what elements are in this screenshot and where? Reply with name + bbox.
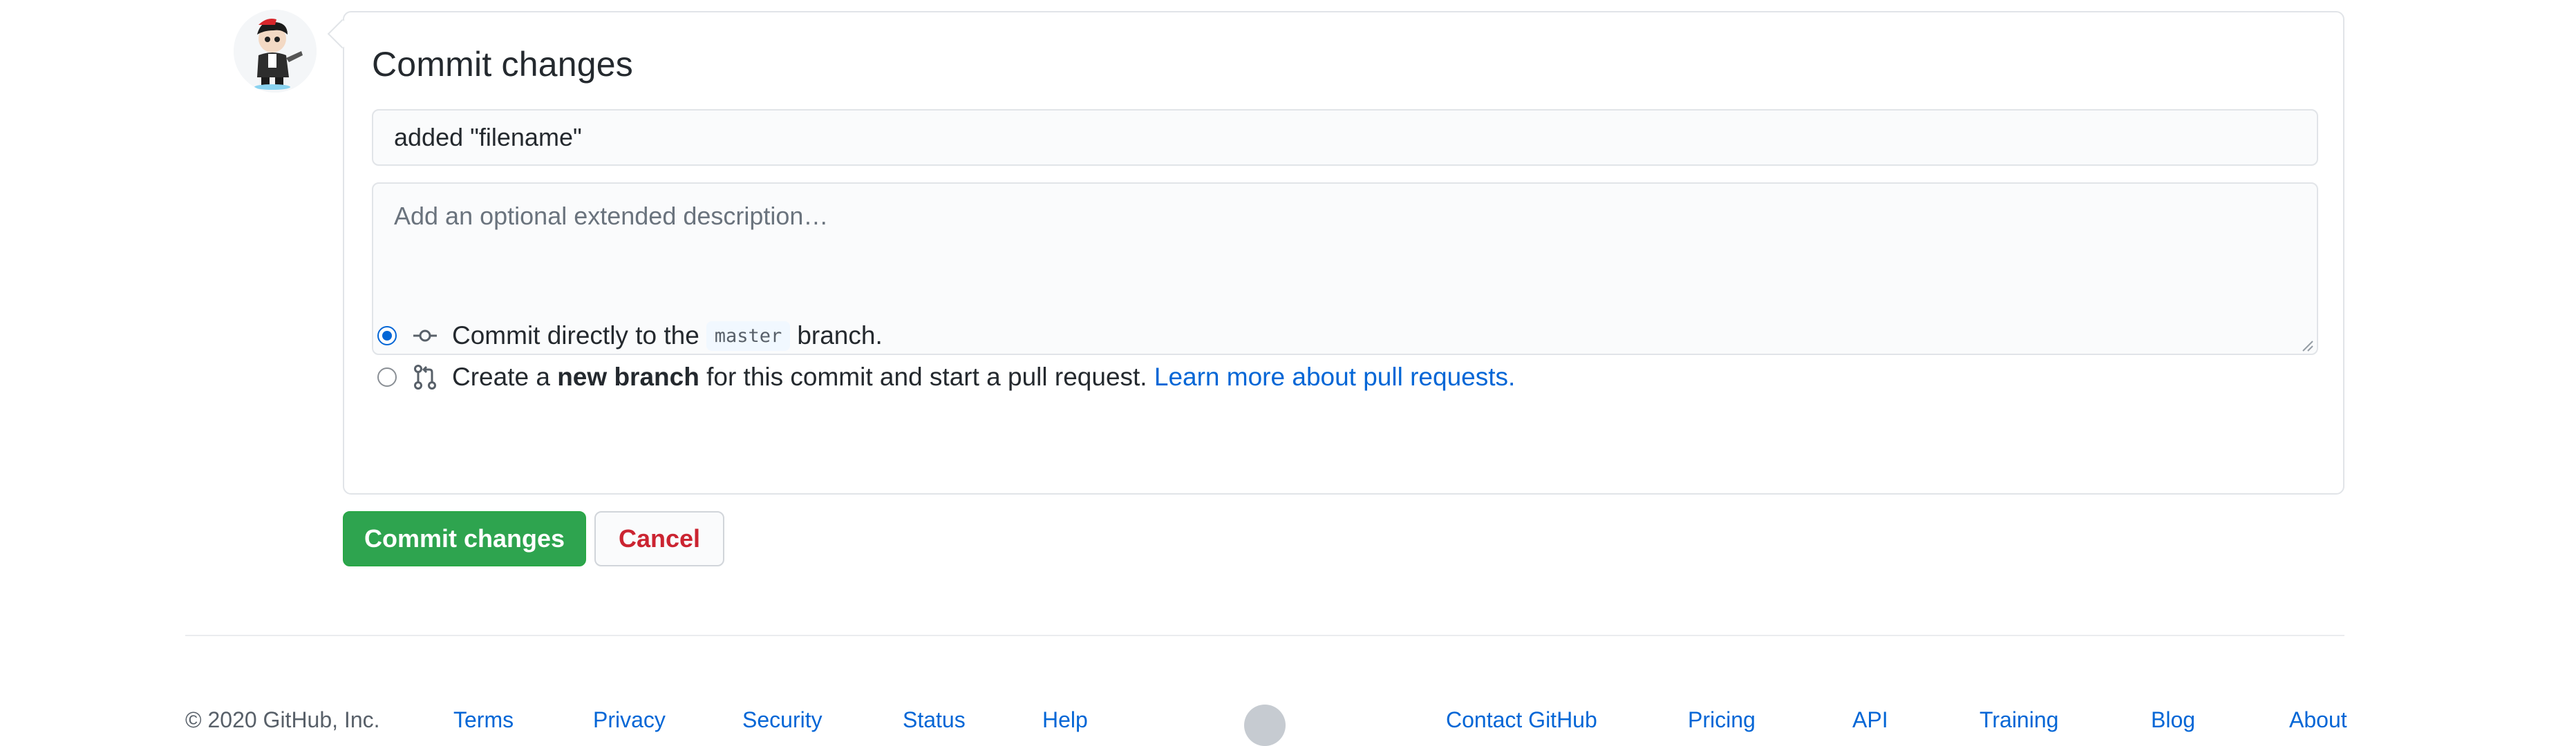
branch-name-badge: master xyxy=(706,321,791,351)
cancel-button[interactable]: Cancel xyxy=(594,511,724,566)
option-new-middle: for this commit and start a pull request… xyxy=(706,363,1147,391)
radio-new-branch[interactable] xyxy=(377,367,397,387)
user-avatar[interactable] xyxy=(234,10,317,93)
commit-page: Commit changes Commit directly to the ma… xyxy=(0,0,2576,746)
option-new-branch[interactable]: Create a new branch for this commit and … xyxy=(377,358,1515,396)
option-direct-prefix: Commit directly to the xyxy=(452,321,699,350)
git-commit-icon xyxy=(413,329,437,342)
avatar-illustration-icon xyxy=(234,10,317,93)
commit-summary-input[interactable] xyxy=(372,109,2318,166)
option-direct-suffix: branch. xyxy=(797,321,883,350)
git-pull-request-icon xyxy=(414,365,436,390)
github-mark-icon[interactable] xyxy=(1244,705,1286,746)
commit-form-title: Commit changes xyxy=(372,45,633,84)
commit-changes-button[interactable]: Commit changes xyxy=(343,511,586,566)
option-new-bold: new branch xyxy=(557,363,699,391)
footer-divider xyxy=(185,635,2344,636)
option-new-prefix: Create a xyxy=(452,363,550,391)
caret-cover xyxy=(344,18,358,52)
resize-grip-icon[interactable] xyxy=(2299,337,2314,352)
option-commit-directly[interactable]: Commit directly to the master branch. xyxy=(377,316,883,355)
learn-more-pull-requests-link[interactable]: Learn more about pull requests. xyxy=(1154,363,1515,392)
radio-commit-directly[interactable] xyxy=(377,326,397,345)
